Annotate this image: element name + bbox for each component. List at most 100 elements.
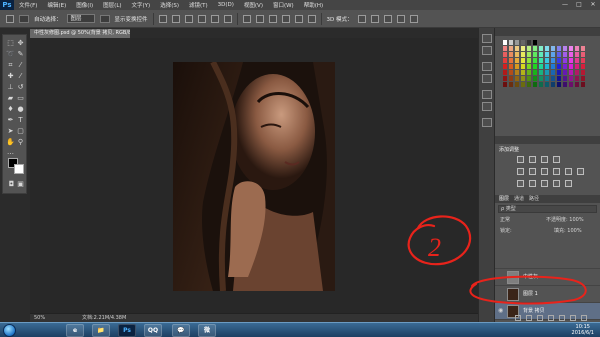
color-swatch[interactable] [545,58,549,63]
move-tool-icon[interactable]: ✥ [16,39,25,48]
layer-style-icon[interactable] [526,314,532,321]
color-swatch[interactable] [515,82,519,87]
crop-tool-icon[interactable]: ⌗ [6,61,15,70]
screen-mode-icon[interactable]: ▣ [16,180,25,189]
3d-pan-icon[interactable] [383,14,392,23]
auto-select-dropdown[interactable]: 图层 [66,14,95,23]
color-swatch[interactable] [503,70,507,75]
color-swatch[interactable] [539,58,543,63]
color-swatch[interactable] [521,40,525,45]
3d-rotate-icon[interactable] [357,14,366,23]
color-swatch[interactable] [515,52,519,57]
color-swatch[interactable] [563,76,567,81]
menu-help[interactable]: 帮助(H) [299,1,328,9]
color-swatch[interactable] [527,58,531,63]
color-swatch[interactable] [527,52,531,57]
color-swatch[interactable] [581,58,585,63]
distribute-top-icon[interactable] [242,14,251,23]
3d-roll-icon[interactable] [370,14,379,23]
color-swatch[interactable] [503,76,507,81]
menu-window[interactable]: 窗口(W) [268,1,299,9]
color-swatch[interactable] [503,64,507,69]
color-swatch[interactable] [503,40,507,45]
color-swatch[interactable] [563,52,567,57]
menu-type[interactable]: 文字(Y) [127,1,156,9]
color-swatch[interactable] [581,64,585,69]
distribute-bottom-icon[interactable] [268,14,277,23]
layer-name[interactable]: 图层 1 [523,290,538,297]
opacity-field[interactable]: 不透明度: 100% [546,216,584,225]
quick-select-icon[interactable]: ✎ [16,50,25,59]
color-swatch[interactable] [551,76,555,81]
exposure-icon[interactable] [553,156,560,163]
add-mask-icon[interactable] [537,314,543,321]
minimize-button[interactable]: — [558,0,572,10]
brush-panel-icon[interactable] [482,62,492,71]
taskbar-qq-button[interactable]: QQ [144,324,162,337]
black-white-icon[interactable] [553,168,560,175]
color-swatch[interactable] [575,58,579,63]
color-swatch[interactable] [563,82,567,87]
color-swatch[interactable] [557,52,561,57]
color-swatch[interactable] [509,76,513,81]
color-swatch[interactable] [509,58,513,63]
3d-slide-icon[interactable] [396,14,405,23]
auto-select-checkbox[interactable] [19,14,29,23]
color-swatch[interactable] [521,76,525,81]
color-swatch[interactable] [539,70,543,75]
more-tools-icon[interactable]: … [6,148,15,157]
color-swatch[interactable] [557,58,561,63]
threshold-icon[interactable] [541,180,548,187]
color-swatch[interactable] [545,82,549,87]
color-swatch[interactable] [509,52,513,57]
color-swatch[interactable] [563,58,567,63]
taskbar-ie-button[interactable]: e [66,324,84,337]
color-swatch[interactable] [539,64,543,69]
hand-tool-icon[interactable]: ✋ [6,138,15,147]
color-swatch[interactable] [551,82,555,87]
character-panel-icon[interactable] [482,90,492,99]
zoom-tool-icon[interactable]: ⚲ [16,138,25,147]
document-photo[interactable] [173,62,335,291]
document-tab[interactable]: 中性灰修图.psd @ 50%(背景 拷贝, RGB/8) * [30,29,130,38]
history-brush-icon[interactable]: ↺ [16,83,25,92]
menu-filter[interactable]: 滤镜(T) [184,1,213,9]
color-swatch[interactable] [551,64,555,69]
paragraph-panel-icon[interactable] [482,102,492,111]
color-swatch[interactable] [527,76,531,81]
menu-3d[interactable]: 3D(D) [213,2,239,8]
color-swatch[interactable] [575,52,579,57]
layer-thumbnail[interactable] [507,271,519,284]
color-swatch[interactable] [533,52,537,57]
delete-layer-icon[interactable] [581,314,587,321]
color-swatch[interactable] [533,40,537,45]
background-color-swatch[interactable] [14,164,24,174]
color-swatch[interactable] [581,82,585,87]
layer-row[interactable]: 图层 1 [495,285,600,302]
color-swatch[interactable] [545,70,549,75]
channel-mixer-icon[interactable] [577,168,584,175]
align-left-icon[interactable] [197,14,206,23]
color-swatch[interactable] [569,70,573,75]
color-swatch[interactable] [569,82,573,87]
color-swatch[interactable] [557,46,561,51]
blur-tool-icon[interactable]: ♦ [6,105,15,114]
properties-panel-icon[interactable] [482,46,492,55]
pen-tool-icon[interactable]: ✒ [6,116,15,125]
stamp-tool-icon[interactable]: ⊥ [6,83,15,92]
color-swatch[interactable] [545,76,549,81]
color-swatch[interactable] [551,52,555,57]
color-swatch[interactable] [533,58,537,63]
posterize-icon[interactable] [529,180,536,187]
color-swatch[interactable] [539,46,543,51]
3d-scale-icon[interactable] [409,14,418,23]
color-swatch[interactable] [569,52,573,57]
align-right-icon[interactable] [223,14,232,23]
color-swatch[interactable] [509,70,513,75]
invert-icon[interactable] [517,180,524,187]
color-swatch[interactable] [581,46,585,51]
color-swatch[interactable] [557,76,561,81]
color-swatch[interactable] [515,58,519,63]
color-swatch[interactable] [563,64,567,69]
dodge-tool-icon[interactable]: ● [16,105,25,114]
